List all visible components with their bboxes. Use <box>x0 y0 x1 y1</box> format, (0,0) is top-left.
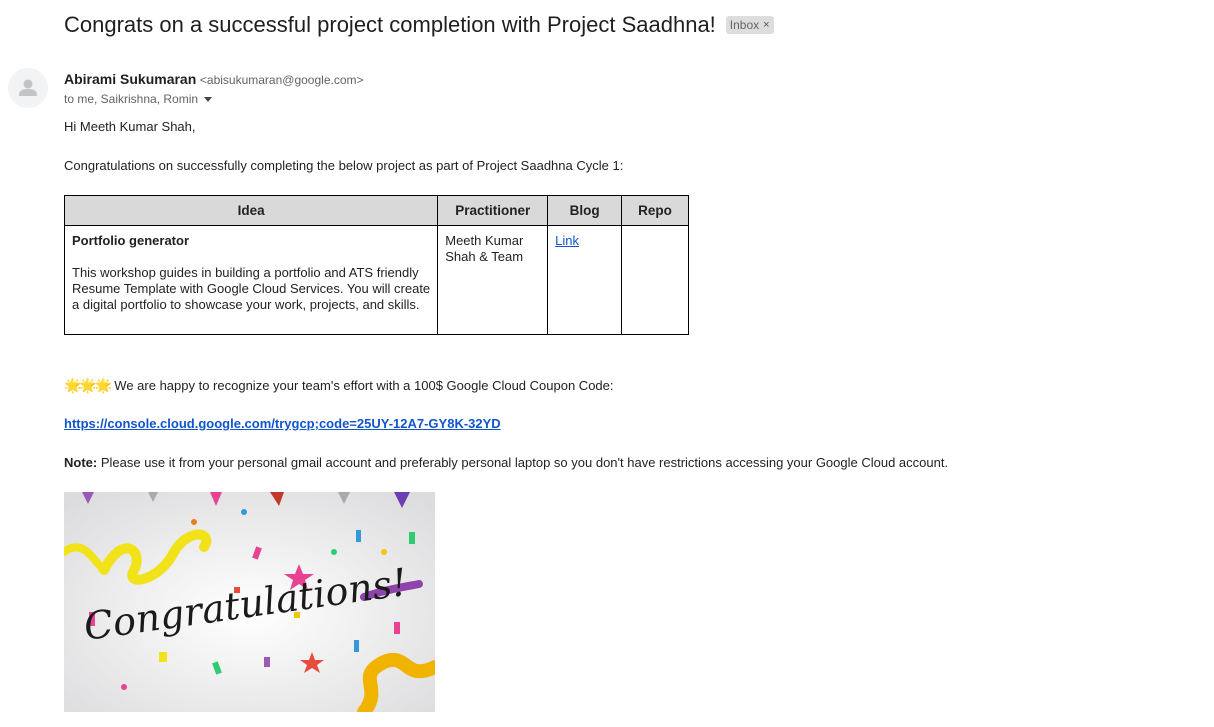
coupon-link[interactable]: https://console.cloud.google.com/trygcp;… <box>64 416 501 431</box>
repo-cell <box>621 225 689 335</box>
show-details-dropdown-icon[interactable] <box>204 96 213 102</box>
idea-description: This workshop guides in building a portf… <box>72 265 431 312</box>
recognition-text: We are happy to recognize your team's ef… <box>114 378 614 393</box>
inbox-label-text: Inbox <box>729 18 760 32</box>
idea-title: Portfolio generator <box>72 233 190 248</box>
blog-link[interactable]: Link <box>555 233 579 248</box>
table-header-row: Idea Practitioner Blog Repo <box>63 195 689 226</box>
note-label: Note: <box>64 455 98 470</box>
star-emoji-icons: 🌟🌟🌟 <box>64 377 112 393</box>
table-header-repo: Repo <box>621 195 689 226</box>
practitioner-cell: Meeth Kumar Shah & Team <box>437 225 549 335</box>
table-row: Portfolio generator This workshop guides… <box>63 225 689 335</box>
subject-row: Congrats on a successful project complet… <box>64 12 774 38</box>
sender-avatar[interactable] <box>8 68 48 108</box>
table-header-blog: Blog <box>547 195 623 226</box>
sender-line: Abirami Sukumaran <abisukumaran@google.c… <box>64 71 364 87</box>
note-text: Please use it from your personal gmail a… <box>100 455 949 470</box>
recipients-line: to me, Saikrishna, Romin <box>64 92 213 106</box>
project-table: Idea Practitioner Blog Repo Portfolio ge… <box>63 195 689 335</box>
email-subject: Congrats on a successful project complet… <box>64 12 716 37</box>
person-icon <box>19 79 37 96</box>
sender-name[interactable]: Abirami Sukumaran <box>64 71 196 87</box>
remove-label-icon[interactable]: × <box>763 19 769 31</box>
recognition-line: 🌟🌟🌟 We are happy to recognize your team's… <box>64 377 614 394</box>
sender-email: <abisukumaran@google.com> <box>199 73 364 87</box>
congratulations-image[interactable]: Congratulations! <box>64 492 435 712</box>
inbox-label-chip[interactable]: Inbox × <box>725 16 774 34</box>
greeting: Hi Meeth Kumar Shah, <box>64 119 196 134</box>
table-header-practitioner: Practitioner <box>437 195 549 226</box>
intro-text: Congratulations on successfully completi… <box>64 158 624 173</box>
recipients-text: to me, Saikrishna, Romin <box>64 92 199 106</box>
blog-cell: Link <box>547 225 623 335</box>
note-line: Note: Please use it from your personal g… <box>64 455 948 470</box>
table-header-idea: Idea <box>63 195 439 226</box>
idea-cell: Portfolio generator This workshop guides… <box>63 225 439 335</box>
confetti-illustration: Congratulations! <box>64 492 435 712</box>
